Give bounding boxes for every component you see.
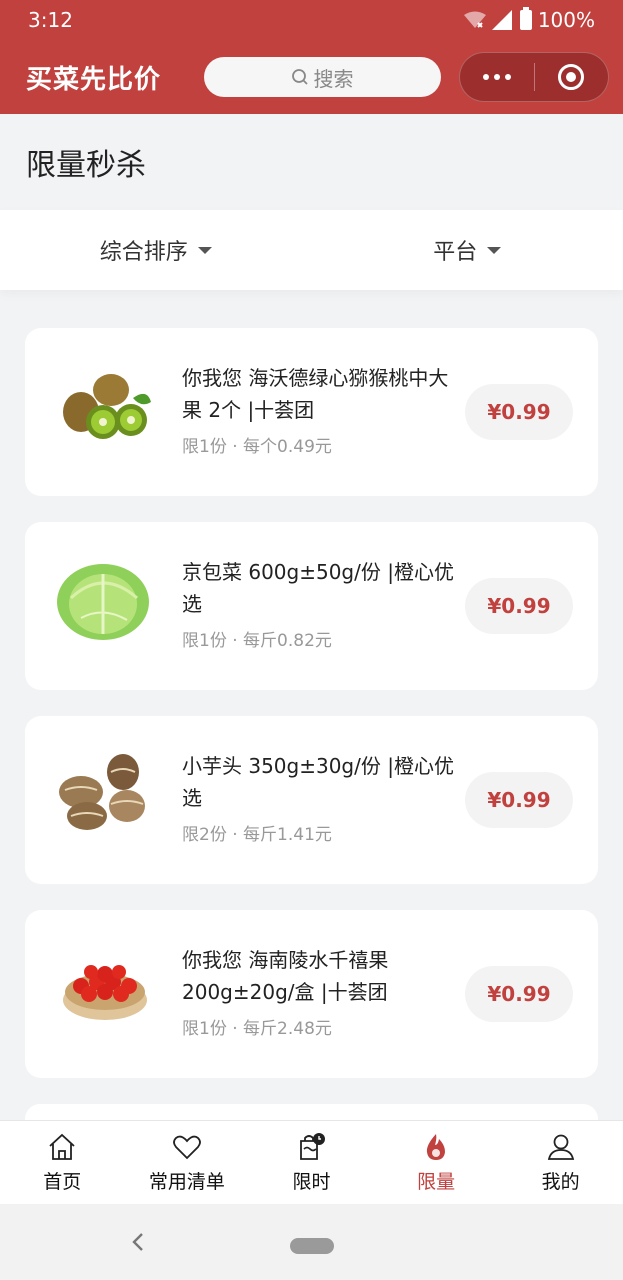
product-card[interactable]: 小芋头 350g±30g/份 |橙心优选 限2份 · 每斤1.41元 ¥0.99 bbox=[25, 716, 598, 884]
product-unit-price: 每斤2.48元 bbox=[243, 1019, 332, 1039]
heart-icon bbox=[172, 1135, 201, 1160]
nav-bar: 买菜先比价 搜索 bbox=[0, 40, 623, 114]
tab-favorites[interactable]: 常用清单 bbox=[125, 1121, 250, 1204]
tab-limited-time-label: 限时 bbox=[292, 1171, 331, 1193]
search-placeholder: 搜索 bbox=[313, 66, 354, 91]
mini-program-capsule bbox=[459, 52, 609, 102]
price-button[interactable]: ¥0.99 bbox=[465, 578, 573, 634]
cabbage-image bbox=[57, 564, 149, 640]
status-bar: 3:12 100% bbox=[0, 0, 623, 40]
page-title: 限量秒杀 bbox=[26, 148, 146, 183]
product-limit: 限1份 bbox=[182, 631, 227, 651]
search-icon bbox=[292, 69, 309, 85]
separator-dot: · bbox=[232, 1019, 238, 1039]
product-limit: 限1份 bbox=[182, 437, 227, 457]
status-icons: 100% bbox=[463, 7, 595, 32]
product-limit-info: 限1份 · 每斤0.82元 bbox=[182, 626, 332, 651]
tab-limited-time[interactable]: 限时 bbox=[249, 1121, 374, 1204]
kiwi-image bbox=[63, 374, 151, 439]
price-button[interactable]: ¥0.99 bbox=[465, 966, 573, 1022]
home-icon bbox=[49, 1133, 75, 1160]
home-pill-button[interactable] bbox=[290, 1238, 334, 1254]
taro-image bbox=[59, 754, 145, 830]
tab-home-label: 首页 bbox=[43, 1171, 82, 1193]
product-card[interactable]: 你我您 海南陵水千禧果200g±20g/盒 |十荟团 限1份 · 每斤2.48元… bbox=[25, 910, 598, 1078]
caret-down-icon bbox=[197, 246, 212, 254]
signal-icon bbox=[491, 10, 512, 30]
product-unit-price: 每个0.49元 bbox=[243, 437, 332, 457]
product-name: 你我您 海沃德绿心猕猴桃中大果 2个 |十荟团 bbox=[182, 366, 449, 422]
product-card[interactable]: 京包菜 600g±50g/份 |橙心优选 限1份 · 每斤0.82元 ¥0.99 bbox=[25, 522, 598, 690]
caret-down-icon bbox=[487, 246, 502, 254]
target-icon bbox=[558, 64, 585, 90]
sort-filter[interactable]: 综合排序 bbox=[0, 234, 312, 266]
app-title: 买菜先比价 bbox=[26, 64, 162, 95]
tab-home[interactable]: 首页 bbox=[0, 1121, 125, 1204]
product-card[interactable]: 你我您 海沃德绿心猕猴桃中大果 2个 |十荟团 限1份 · 每个0.49元 ¥0… bbox=[25, 328, 598, 496]
sort-filter-label: 综合排序 bbox=[99, 240, 188, 265]
product-unit-price: 每斤1.41元 bbox=[243, 825, 332, 845]
bottom-tab-bar: 首页 常用清单 限时 限量 我的 bbox=[0, 1120, 623, 1204]
tab-limited-quantity[interactable]: 限量 bbox=[374, 1121, 499, 1204]
price-button[interactable]: ¥0.99 bbox=[465, 772, 573, 828]
platform-filter-label: 平台 bbox=[433, 240, 478, 265]
back-icon[interactable] bbox=[128, 1230, 148, 1254]
more-dot bbox=[493, 74, 500, 80]
platform-filter[interactable]: 平台 bbox=[312, 234, 623, 266]
product-limit-info: 限1份 · 每斤2.48元 bbox=[182, 1014, 332, 1039]
tab-limited-quantity-label: 限量 bbox=[417, 1171, 456, 1193]
separator-dot: · bbox=[232, 825, 238, 845]
product-name: 小芋头 350g±30g/份 |橙心优选 bbox=[182, 754, 454, 810]
cherry-tomato-image bbox=[63, 965, 147, 1020]
separator-dot: · bbox=[232, 437, 238, 457]
product-list: 你我您 海沃德绿心猕猴桃中大果 2个 |十荟团 限1份 · 每个0.49元 ¥0… bbox=[25, 328, 598, 1160]
tab-favorites-label: 常用清单 bbox=[148, 1171, 225, 1193]
timer-bag-icon bbox=[300, 1133, 326, 1160]
more-dots-icon bbox=[482, 74, 489, 80]
search-input[interactable]: 搜索 bbox=[203, 57, 442, 97]
filter-bar: 综合排序 平台 bbox=[0, 210, 623, 290]
system-nav-bar bbox=[0, 1204, 623, 1280]
battery-icon bbox=[519, 7, 532, 30]
more-button[interactable] bbox=[460, 74, 533, 80]
wifi-icon bbox=[463, 11, 486, 28]
tab-profile[interactable]: 我的 bbox=[498, 1121, 623, 1204]
more-dot bbox=[504, 74, 511, 80]
product-limit: 限2份 bbox=[182, 825, 227, 845]
tab-profile-label: 我的 bbox=[541, 1171, 580, 1193]
status-time: 3:12 bbox=[28, 8, 73, 32]
product-limit-info: 限2份 · 每斤1.41元 bbox=[182, 820, 332, 845]
price-button[interactable]: ¥0.99 bbox=[465, 384, 573, 440]
product-limit-info: 限1份 · 每个0.49元 bbox=[182, 432, 332, 457]
user-icon bbox=[547, 1134, 574, 1160]
battery-level: 100% bbox=[537, 8, 595, 32]
product-unit-price: 每斤0.82元 bbox=[243, 631, 332, 651]
product-name: 你我您 海南陵水千禧果200g±20g/盒 |十荟团 bbox=[182, 948, 389, 1004]
flame-icon bbox=[426, 1134, 446, 1160]
close-mini-program-button[interactable] bbox=[535, 64, 608, 90]
separator-dot: · bbox=[232, 631, 238, 651]
product-limit: 限1份 bbox=[182, 1019, 227, 1039]
product-name: 京包菜 600g±50g/份 |橙心优选 bbox=[182, 560, 454, 616]
